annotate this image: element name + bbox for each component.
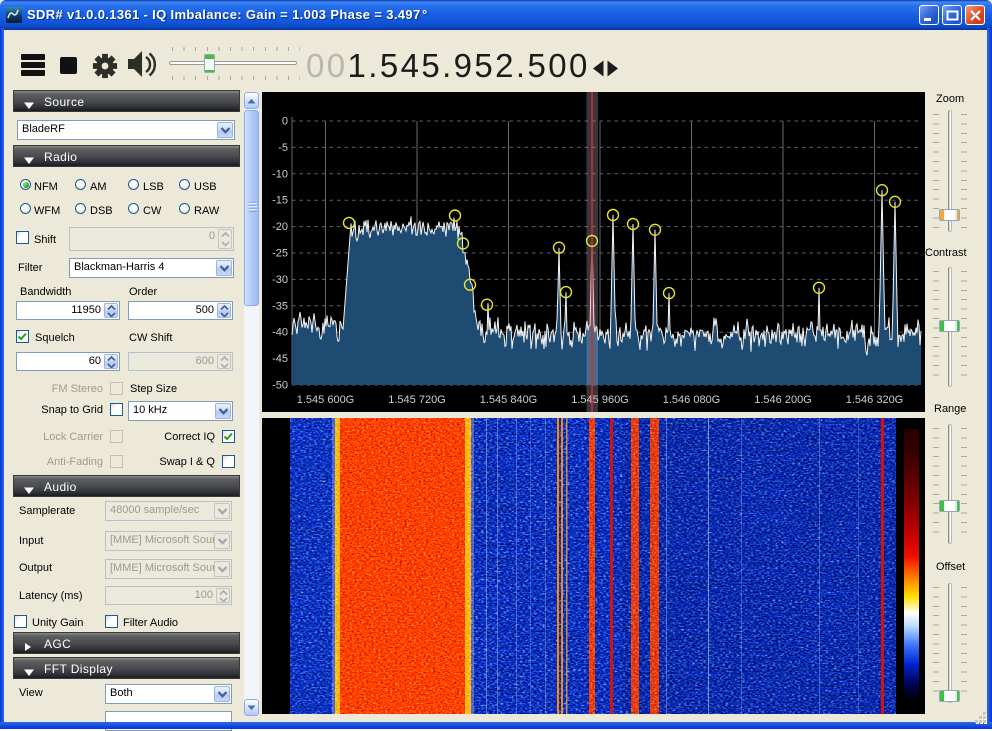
svg-text:-5: -5	[278, 142, 288, 154]
svg-text:1.546 200G: 1.546 200G	[754, 394, 812, 406]
svg-text:-15: -15	[272, 195, 288, 207]
svg-text:-10: -10	[272, 168, 288, 180]
svg-text:1.546 320G: 1.546 320G	[846, 394, 904, 406]
svg-text:1.545 600G: 1.545 600G	[297, 394, 355, 406]
svg-text:-40: -40	[272, 327, 288, 339]
svg-text:-20: -20	[272, 221, 288, 233]
svg-text:1.545 960G: 1.545 960G	[571, 394, 629, 406]
svg-text:-25: -25	[272, 248, 288, 260]
svg-text:1.545 720G: 1.545 720G	[388, 394, 446, 406]
svg-text:1.545 840G: 1.545 840G	[480, 394, 538, 406]
svg-text:-50: -50	[272, 380, 288, 392]
svg-text:-45: -45	[272, 353, 288, 365]
svg-text:-30: -30	[272, 274, 288, 286]
svg-text:-35: -35	[272, 300, 288, 312]
svg-text:0: 0	[282, 116, 288, 128]
svg-text:1.546 080G: 1.546 080G	[663, 394, 721, 406]
